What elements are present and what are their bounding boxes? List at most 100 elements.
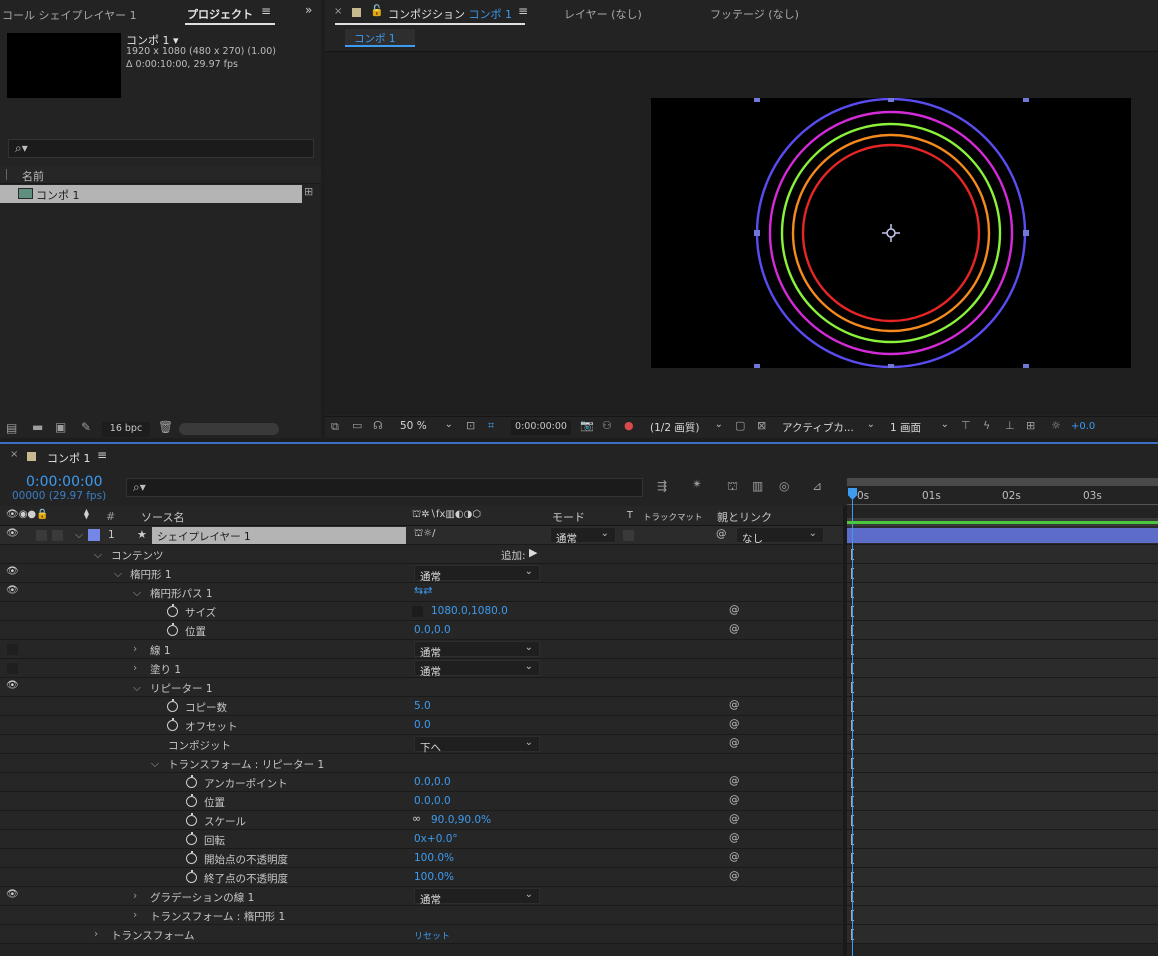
snapshot-icon[interactable]: 📷 <box>580 419 594 432</box>
region-of-interest-icon[interactable]: ▢ <box>735 419 745 432</box>
rotation-row[interactable]: 回転 0x+0.0° @ <box>0 830 843 849</box>
show-snapshot-icon[interactable]: ⚇ <box>602 419 612 432</box>
layer-duration-track[interactable] <box>847 526 1158 545</box>
position2-row[interactable]: 位置 0.0,0.0 @ <box>0 792 843 811</box>
chevron-down-icon[interactable]: ⌵ <box>75 529 83 542</box>
chevron-down-icon[interactable]: ⌵ <box>133 682 141 695</box>
expression-pickwhip-icon[interactable]: @ <box>729 604 740 616</box>
gradient-mode-select[interactable]: 通常 ⌄ <box>414 888 540 906</box>
transform-ellipse-row[interactable]: › トランスフォーム : 楕円形 1 <box>0 906 843 925</box>
start-opacity-value[interactable]: 100.0% <box>414 852 454 864</box>
shape-circles[interactable] <box>651 98 1131 368</box>
chevron-down-icon[interactable]: ⌵ <box>114 568 122 581</box>
viewer-timecode[interactable]: 0:00:00:00 <box>511 420 571 435</box>
expression-pickwhip-icon[interactable]: @ <box>729 851 740 863</box>
project-tab[interactable]: プロジェクト <box>187 6 253 22</box>
chevron-right-icon[interactable]: › <box>133 909 137 921</box>
layer-duration-bar[interactable] <box>847 528 1158 543</box>
offset-value[interactable]: 0.0 <box>414 719 431 731</box>
copies-value[interactable]: 5.0 <box>414 700 431 712</box>
stopwatch-icon[interactable] <box>167 604 178 617</box>
layer-tab[interactable]: レイヤー (なし) <box>564 6 642 22</box>
close-icon[interactable]: × <box>334 6 342 17</box>
resolution-select[interactable]: (1/2 画質) ⌄ <box>645 419 729 435</box>
chevron-right-icon[interactable]: › <box>133 890 137 902</box>
chevron-right-icon[interactable]: › <box>133 643 137 655</box>
comp-viewer[interactable] <box>325 52 1158 415</box>
ellipse-row[interactable]: 👁 ⌵ 楕円形 1 通常 ⌄ <box>0 564 843 583</box>
stopwatch-icon[interactable] <box>167 623 178 636</box>
label-icon[interactable]: ⧫ <box>84 509 89 520</box>
start-opacity-row[interactable]: 開始点の不透明度 100.0% @ <box>0 849 843 868</box>
timeline-tab[interactable]: コンポ 1 <box>47 450 91 466</box>
copies-row[interactable]: コピー数 5.0 @ <box>0 697 843 716</box>
repeater-row[interactable]: 👁 ⌵ リピーター 1 <box>0 678 843 697</box>
graph-editor-icon[interactable]: ⊿ <box>812 479 822 493</box>
stopwatch-icon[interactable] <box>167 699 178 712</box>
comp-menu-icon[interactable]: ≡ <box>518 4 528 18</box>
eye-icon[interactable]: 👁 <box>6 528 19 539</box>
project-search-input[interactable]: ⌕▾ <box>8 139 314 158</box>
shape-layer-tab[interactable]: コール シェイプレイヤー 1 <box>2 7 137 23</box>
bpc-button[interactable]: 16 bpc <box>102 422 150 437</box>
contents-row[interactable]: ⌵ コンテンツ 追加: ▶ <box>0 545 843 564</box>
camera-select[interactable]: アクティブカ... ⌄ <box>777 419 881 435</box>
expression-pickwhip-icon[interactable]: @ <box>729 813 740 825</box>
close-icon[interactable]: × <box>10 449 18 460</box>
project-item-row[interactable]: コンポ 1 <box>0 185 302 203</box>
parent-select[interactable]: なし ⌄ <box>736 527 824 545</box>
expression-pickwhip-icon[interactable]: @ <box>729 775 740 787</box>
column-parent[interactable]: 親とリンク <box>717 509 772 525</box>
toggle-pixel-aspect-icon[interactable]: ⊤ <box>961 419 971 432</box>
composition-tab[interactable]: コンポジション コンポ 1 <box>388 6 512 22</box>
footage-tab[interactable]: フッテージ (なし) <box>710 6 799 22</box>
layer-switches-icons[interactable]: ⛫☼/ <box>414 528 436 541</box>
draft-3d-icon[interactable]: ✴ <box>692 477 702 491</box>
add-arrow-icon[interactable]: ▶ <box>529 546 537 559</box>
expression-pickwhip-icon[interactable]: @ <box>729 699 740 711</box>
expression-pickwhip-icon[interactable]: @ <box>729 718 740 730</box>
eye-icon[interactable]: 👁 <box>6 566 19 577</box>
scale-value[interactable]: 90.0,90.0% <box>431 814 491 826</box>
grid-icon[interactable]: ⊠ <box>757 419 766 432</box>
chevron-right-icon[interactable]: › <box>94 928 98 940</box>
av-features-icons[interactable]: 👁◉●🔒 <box>6 509 49 520</box>
flowchart-icon[interactable]: ⊞ <box>304 185 313 198</box>
expand-panels-icon[interactable]: » <box>305 3 312 17</box>
switches-icons[interactable]: ⛫✲∖fx▥◐◑⬡ <box>412 509 481 522</box>
expression-pickwhip-icon[interactable]: @ <box>729 623 740 635</box>
layer-name-field[interactable]: シェイプレイヤー 1 <box>152 527 406 544</box>
comp-flowchart-icon[interactable]: ⇶ <box>657 479 667 493</box>
lock-icon[interactable]: 🔓 <box>370 4 384 17</box>
label-column-icon[interactable] <box>6 169 14 180</box>
transform-row[interactable]: › トランスフォーム リセット <box>0 925 843 944</box>
new-folder-icon[interactable]: ▬ <box>32 420 43 434</box>
comp-subtab[interactable]: コンポ 1 <box>345 29 415 47</box>
layer-mode-select[interactable]: 通常 ⌄ <box>550 527 616 545</box>
timeline-search-input[interactable]: ⌕▾ <box>126 478 643 497</box>
path-direction-icon[interactable]: ⇆⇄ <box>414 584 432 597</box>
expression-pickwhip-icon[interactable]: @ <box>729 737 740 749</box>
rotation-value[interactable]: 0x+0.0° <box>414 833 458 845</box>
transparency-grid-icon[interactable]: ⌗ <box>488 419 494 433</box>
stopwatch-icon[interactable] <box>167 718 178 731</box>
interpret-footage-icon[interactable]: ▤ <box>6 421 17 435</box>
offset-row[interactable]: オフセット 0.0 @ <box>0 716 843 735</box>
size-row[interactable]: サイズ 1080.0,1080.0 @ <box>0 602 843 621</box>
new-comp-icon[interactable]: ▣ <box>55 420 66 434</box>
chevron-down-icon[interactable]: ⌵ <box>151 758 159 771</box>
position2-value[interactable]: 0.0,0.0 <box>414 795 451 807</box>
end-opacity-row[interactable]: 終了点の不透明度 100.0% @ <box>0 868 843 887</box>
position-row[interactable]: 位置 0.0,0.0 @ <box>0 621 843 640</box>
column-mode[interactable]: モード <box>552 509 585 525</box>
eye-icon[interactable]: 👁 <box>6 585 19 596</box>
flowchart-icon[interactable]: ⊞ <box>1026 419 1035 432</box>
expression-pickwhip-icon[interactable]: @ <box>729 794 740 806</box>
scale-row[interactable]: スケール ∞ 90.0,90.0% @ <box>0 811 843 830</box>
reset-link[interactable]: リセット <box>414 929 450 942</box>
channel-icon[interactable]: ● <box>624 419 634 432</box>
fit-icon[interactable]: ⊡ <box>466 419 475 432</box>
track-matte-toggle[interactable] <box>623 530 634 541</box>
trash-icon[interactable]: 🗑 <box>158 420 173 434</box>
position-value[interactable]: 0.0,0.0 <box>414 624 451 636</box>
